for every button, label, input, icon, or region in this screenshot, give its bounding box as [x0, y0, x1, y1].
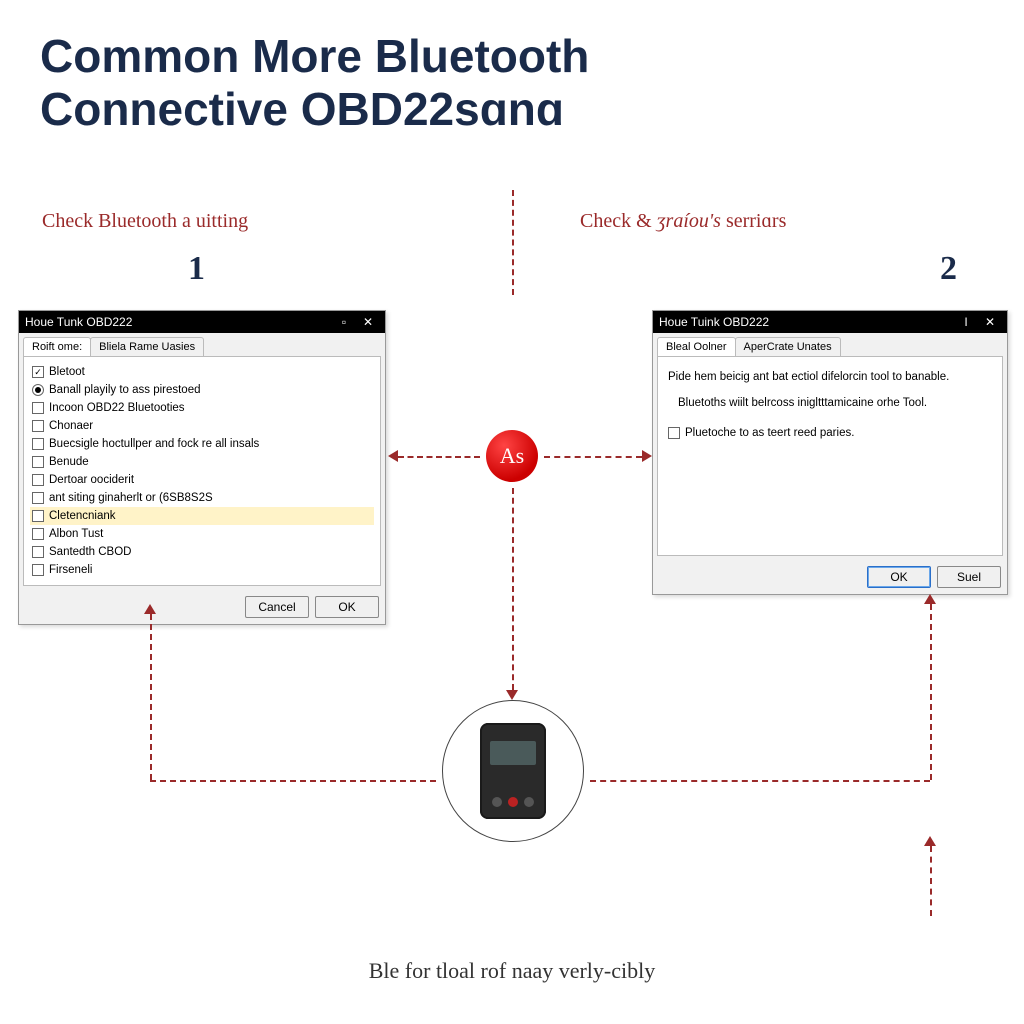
step2-label: Check & ʒraíou's serriɑrs	[580, 210, 786, 233]
win2-chk-label: Pluetoche to as teert reed paries.	[685, 427, 854, 439]
device-btn	[492, 797, 502, 807]
list-item: Buecsigle hoctullper and fock re all ins…	[30, 435, 374, 453]
list-item: Dertoar oociderit	[30, 471, 374, 489]
cancel-button[interactable]: Cancel	[245, 596, 309, 618]
connector-line	[544, 456, 642, 458]
win2-tabs: Bleal Oolner AperCrate Unates	[653, 333, 1007, 356]
window-bluetooth-settings: Houe Tunk OBD222 ▫ ✕ Roift ome: Bliela R…	[18, 310, 386, 625]
bottom-caption: Ble for tloal rof naay verly-cibly	[0, 958, 1024, 984]
win2-title: Houe Tuink OBD222	[659, 315, 953, 329]
connector-line	[150, 780, 436, 782]
device-screen	[490, 741, 536, 765]
title-line2: Connective OBD22sɑnɑ	[40, 83, 564, 135]
list-item: Incoon OBD22 Bluetooties	[30, 399, 374, 417]
minimize-icon[interactable]: I	[955, 313, 977, 331]
center-logo-icon: As	[486, 430, 538, 482]
ok-button[interactable]: OK	[315, 596, 379, 618]
checkbox-icon[interactable]	[668, 427, 680, 439]
tab-apercrate[interactable]: AperCrate Unates	[735, 337, 841, 356]
save-button[interactable]: Suel	[937, 566, 1001, 588]
checkbox-icon[interactable]	[32, 492, 44, 504]
arrow-right-icon	[642, 450, 652, 462]
arrow-down-icon	[506, 690, 518, 700]
checkbox-icon[interactable]	[32, 510, 44, 522]
divider-line	[512, 190, 514, 295]
list-item: Firseneli	[30, 561, 374, 579]
connector-line	[512, 488, 514, 690]
win2-checkbox-row: Pluetoche to as teert reed paries.	[668, 427, 996, 439]
win1-title: Houe Tunk OBD222	[25, 315, 331, 329]
win2-body: Pide hem beicig ant bat ectiol difelorci…	[657, 356, 1003, 556]
arrow-up-icon	[924, 836, 936, 846]
device-illustration	[442, 700, 584, 842]
window-services: Houe Tuink OBD222 I ✕ Bleal Oolner AperC…	[652, 310, 1008, 595]
win2-titlebar[interactable]: Houe Tuink OBD222 I ✕	[653, 311, 1007, 333]
connector-line	[398, 456, 480, 458]
arrow-up-icon	[924, 594, 936, 604]
checkbox-icon[interactable]	[32, 474, 44, 486]
step1-label: Check Bluetooth a uitting	[42, 210, 248, 233]
win2-text1: Pide hem beicig ant bat ectiol difelorci…	[668, 371, 992, 383]
device-btn-red	[508, 797, 518, 807]
arrow-up-icon	[144, 604, 156, 614]
step2-number: 2	[940, 250, 957, 288]
checkbox-icon[interactable]	[32, 456, 44, 468]
win1-footer: Cancel OK	[19, 590, 385, 624]
connector-line	[930, 846, 932, 916]
checkbox-icon[interactable]	[32, 438, 44, 450]
tab-bliela-rame[interactable]: Bliela Rame Uasies	[90, 337, 204, 356]
list-item: Albon Tust	[30, 525, 374, 543]
step1-number: 1	[188, 250, 205, 288]
device-btn	[524, 797, 534, 807]
checkbox-icon[interactable]: ✓	[32, 366, 44, 378]
device-buttons	[480, 797, 546, 807]
checkbox-icon[interactable]	[32, 402, 44, 414]
win1-body: ✓Bletoot Banall playily to ass pirestoed…	[23, 356, 381, 586]
win2-text2: Bluetoths wiilt belrcoss inigltttamicain…	[678, 397, 992, 409]
checkbox-icon[interactable]	[32, 420, 44, 432]
connector-line	[150, 614, 152, 780]
win1-tabs: Roift ome: Bliela Rame Uasies	[19, 333, 385, 356]
list-item: Cletencniank	[30, 507, 374, 525]
checkbox-icon[interactable]	[32, 564, 44, 576]
win1-option-list: ✓Bletoot Banall playily to ass pirestoed…	[30, 363, 374, 579]
connector-line	[930, 604, 932, 780]
arrow-left-icon	[388, 450, 398, 462]
minimize-icon[interactable]: ▫	[333, 313, 355, 331]
list-item: Santedth CBOD	[30, 543, 374, 561]
win2-footer: OK Suel	[653, 560, 1007, 594]
obd-device-icon	[480, 723, 546, 819]
tab-roift-ome[interactable]: Roift ome:	[23, 337, 91, 356]
list-item: ✓Bletoot	[30, 363, 374, 381]
title-line1: Common More Bluetooth	[40, 30, 589, 82]
list-item: Chonaer	[30, 417, 374, 435]
list-item: ant siting ginaherlt or (6SB8S2S	[30, 489, 374, 507]
tab-bleal-oolner[interactable]: Bleal Oolner	[657, 337, 736, 356]
list-item: Benude	[30, 453, 374, 471]
checkbox-icon[interactable]	[32, 546, 44, 558]
ok-button[interactable]: OK	[867, 566, 931, 588]
connector-line	[590, 780, 930, 782]
radio-icon[interactable]	[32, 384, 44, 396]
list-item: Banall playily to ass pirestoed	[30, 381, 374, 399]
checkbox-icon[interactable]	[32, 528, 44, 540]
close-icon[interactable]: ✕	[357, 313, 379, 331]
page-title: Common More Bluetooth Connective OBD22sɑ…	[40, 30, 589, 136]
win1-titlebar[interactable]: Houe Tunk OBD222 ▫ ✕	[19, 311, 385, 333]
close-icon[interactable]: ✕	[979, 313, 1001, 331]
